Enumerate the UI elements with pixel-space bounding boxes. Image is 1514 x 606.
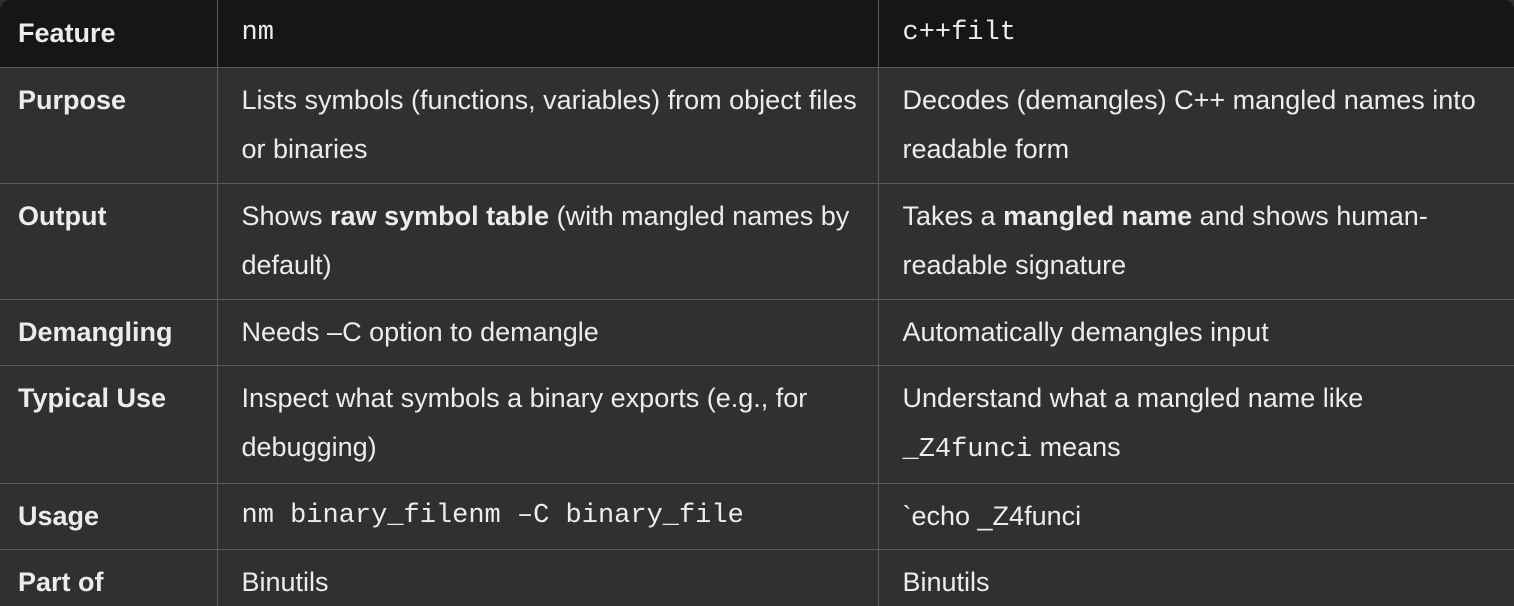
row-label-demangling: Demangling	[0, 298, 218, 366]
table-row-typical-use: Typical Use Inspect what symbols a binar…	[0, 364, 1514, 484]
row-label-output: Output	[0, 182, 218, 300]
cell-purpose-cppfilt: Decodes (demangles) C++ mangled names in…	[877, 66, 1514, 184]
table-body: Purpose Lists symbols (functions, variab…	[0, 66, 1514, 606]
table-row-part-of: Part of Binutils Binutils	[0, 548, 1514, 606]
inline-code-mangled-name: _Z4funci	[902, 434, 1033, 465]
cell-output-cppfilt-bold: mangled name	[1003, 200, 1193, 231]
cell-output-nm: Shows raw symbol table (with mangled nam…	[216, 182, 879, 300]
cell-output-cppfilt: Takes a mangled name and shows human-rea…	[877, 182, 1514, 300]
cell-demangling-cppfilt: Automatically demangles input	[877, 298, 1514, 366]
cell-usage-nm: nm binary_filenm –C binary_file	[216, 482, 879, 550]
row-label-part-of: Part of	[0, 548, 218, 606]
header-nm: nm	[216, 0, 879, 68]
cell-output-cppfilt-pre: Takes a	[902, 200, 1004, 231]
cell-part-of-cppfilt: Binutils	[877, 548, 1514, 606]
cell-usage-cppfilt: `echo _Z4funci	[877, 482, 1514, 550]
cell-typical-use-cppfilt-post: means	[1032, 431, 1121, 462]
header-feature: Feature	[0, 0, 218, 68]
cell-typical-use-nm: Inspect what symbols a binary exports (e…	[216, 364, 879, 484]
cell-demangling-nm: Needs –C option to demangle	[216, 298, 879, 366]
comparison-table-container: Feature nm c++filt Purpose Lists symbols…	[0, 0, 1514, 606]
cell-typical-use-cppfilt-pre: Understand what a mangled name like	[902, 382, 1364, 413]
header-row: Feature nm c++filt	[0, 0, 1514, 68]
row-label-purpose: Purpose	[0, 66, 218, 184]
cell-output-nm-bold: raw symbol table	[330, 200, 550, 231]
table-header: Feature nm c++filt	[0, 0, 1514, 68]
comparison-table: Feature nm c++filt Purpose Lists symbols…	[0, 0, 1514, 606]
cell-typical-use-cppfilt: Understand what a mangled name like _Z4f…	[877, 364, 1514, 484]
cell-part-of-nm: Binutils	[216, 548, 879, 606]
row-label-typical-use: Typical Use	[0, 364, 218, 484]
cell-output-nm-pre: Shows	[241, 200, 331, 231]
row-label-usage: Usage	[0, 482, 218, 550]
table-row-demangling: Demangling Needs –C option to demangle A…	[0, 298, 1514, 366]
header-cppfilt: c++filt	[877, 0, 1514, 68]
table-row-usage: Usage nm binary_filenm –C binary_file `e…	[0, 482, 1514, 550]
table-row-output: Output Shows raw symbol table (with mang…	[0, 182, 1514, 300]
table-row-purpose: Purpose Lists symbols (functions, variab…	[0, 66, 1514, 184]
cell-purpose-nm: Lists symbols (functions, variables) fro…	[216, 66, 879, 184]
